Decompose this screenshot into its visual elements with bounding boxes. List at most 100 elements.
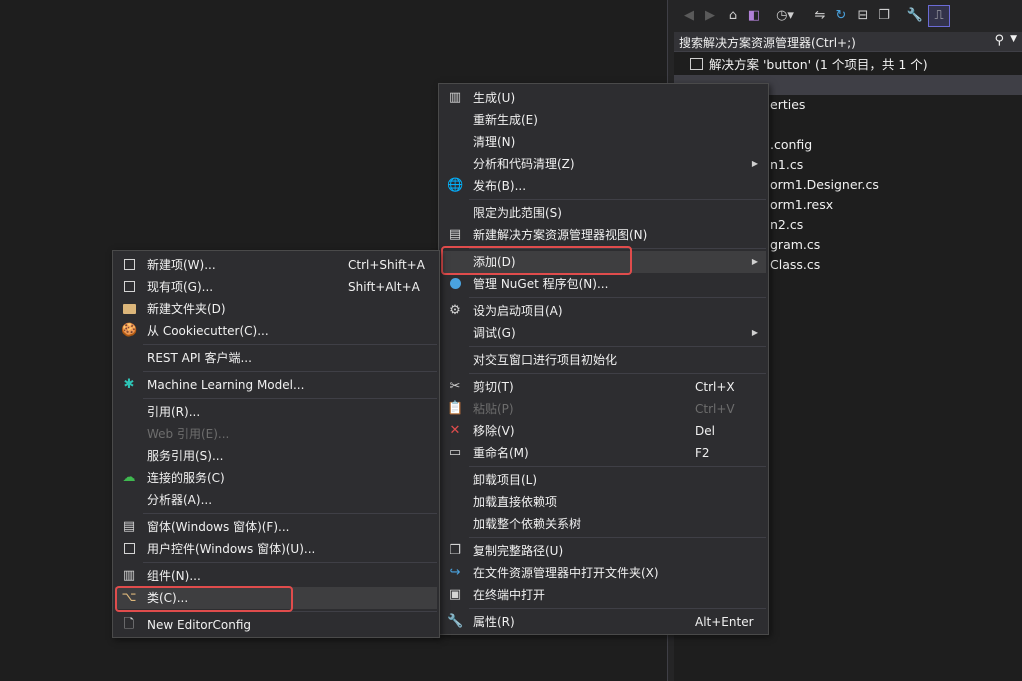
- menu-separator: [143, 344, 437, 345]
- menu-item-component[interactable]: ▥ 组件(N)...: [115, 565, 437, 587]
- component-icon: ▥: [122, 568, 136, 583]
- menu-item-load-tree[interactable]: 加载整个依赖关系树: [441, 513, 766, 535]
- menu-separator: [143, 513, 437, 514]
- submenu-arrow-icon: ▶: [751, 328, 758, 337]
- history-icon[interactable]: ◷▾: [776, 7, 794, 25]
- copy-icon[interactable]: ❐: [875, 7, 893, 25]
- menu-separator: [143, 562, 437, 563]
- preview-icon[interactable]: ⎍: [928, 5, 950, 27]
- ml-icon: ✱: [123, 377, 135, 392]
- menu-separator: [143, 398, 437, 399]
- menu-separator: [469, 608, 766, 609]
- menu-item-cookiecutter[interactable]: 🍪 从 Cookiecutter(C)...: [115, 320, 437, 342]
- search-icon[interactable]: ⚲: [994, 33, 1004, 48]
- menu-item-debug[interactable]: 调试(G) ▶: [441, 322, 766, 344]
- remove-icon: ✕: [449, 423, 461, 438]
- submenu-arrow-icon: ▶: [751, 159, 758, 168]
- highlight-box-class: [115, 586, 293, 612]
- menu-item-set-startup[interactable]: ⚙ 设为启动项目(A): [441, 300, 766, 322]
- tree-item[interactable]: n1.cs: [770, 155, 803, 175]
- refresh-icon[interactable]: ↻: [832, 7, 850, 25]
- solution-explorer-search[interactable]: 搜索解决方案资源管理器(Ctrl+;) ⚲ ▼: [674, 32, 1022, 52]
- globe-icon: 🌐: [447, 178, 464, 193]
- menu-item-windows-form[interactable]: ▤ 窗体(Windows 窗体)(F)...: [115, 516, 437, 538]
- menu-item-nuget[interactable]: 管理 NuGet 程序包(N)...: [441, 273, 766, 295]
- tree-item[interactable]: orm1.resx: [770, 195, 833, 215]
- menu-item-rebuild[interactable]: 重新生成(E): [441, 109, 766, 131]
- tree-item[interactable]: erties: [770, 95, 805, 115]
- search-input[interactable]: 搜索解决方案资源管理器(Ctrl+;): [679, 34, 856, 51]
- menu-item-copy-path[interactable]: ❐ 复制完整路径(U): [441, 540, 766, 562]
- open-folder-icon: ↪: [449, 565, 461, 580]
- home-icon[interactable]: ⌂: [724, 7, 742, 25]
- menu-item-open-folder[interactable]: ↪ 在文件资源管理器中打开文件夹(X): [441, 562, 766, 584]
- cookiecutter-icon: 🍪: [121, 323, 138, 338]
- vs-solution-icon[interactable]: ◧: [745, 7, 763, 25]
- menu-item-cut[interactable]: ✂ 剪切(T) Ctrl+X: [441, 376, 766, 398]
- wrench-icon: 🔧: [447, 614, 464, 629]
- menu-separator: [143, 371, 437, 372]
- menu-separator: [469, 346, 766, 347]
- menu-item-new-item[interactable]: 新建项(W)... Ctrl+Shift+A: [115, 254, 437, 276]
- menu-item-rename[interactable]: ▭ 重命名(M) F2: [441, 442, 766, 464]
- menu-separator: [469, 373, 766, 374]
- add-submenu: 新建项(W)... Ctrl+Shift+A 现有项(G)... Shift+Alt…: [112, 250, 440, 638]
- menu-item-interactive-init[interactable]: 对交互窗口进行项目初始化: [441, 349, 766, 371]
- menu-item-connected-service[interactable]: ☁ 连接的服务(C): [115, 467, 437, 489]
- solution-label: 解决方案 'button' (1 个项目，共 1 个): [709, 57, 928, 72]
- back-icon[interactable]: ◀: [680, 7, 698, 25]
- user-control-icon: [121, 541, 137, 557]
- highlight-box-add: [441, 246, 632, 275]
- menu-item-new-view[interactable]: ▤ 新建解决方案资源管理器视图(N): [441, 224, 766, 246]
- menu-item-new-folder[interactable]: 新建文件夹(D): [115, 298, 437, 320]
- menu-item-paste[interactable]: 📋 粘贴(P) Ctrl+V: [441, 398, 766, 420]
- nuget-icon: [447, 276, 463, 292]
- menu-separator: [469, 297, 766, 298]
- file-icon: 🗋: [123, 617, 135, 632]
- menu-item-existing-item[interactable]: 现有项(G)... Shift+Alt+A: [115, 276, 437, 298]
- menu-item-clean[interactable]: 清理(N): [441, 131, 766, 153]
- menu-item-publish[interactable]: 🌐 发布(B)...: [441, 175, 766, 197]
- copy-path-icon: ❐: [449, 543, 461, 558]
- tree-item[interactable]: orm1.Designer.cs: [770, 175, 879, 195]
- new-folder-icon: [121, 301, 137, 317]
- menu-item-scope[interactable]: 限定为此范围(S): [441, 202, 766, 224]
- solution-node[interactable]: 解决方案 'button' (1 个项目，共 1 个): [690, 55, 928, 75]
- tree-item[interactable]: gram.cs: [770, 235, 820, 255]
- scissors-icon: ✂: [449, 379, 461, 394]
- forward-icon[interactable]: ▶: [701, 7, 719, 25]
- menu-item-new-editorconfig[interactable]: 🗋 New EditorConfig: [115, 614, 437, 636]
- menu-item-unload[interactable]: 卸载项目(L): [441, 469, 766, 491]
- project-context-menu: ▥ 生成(U) 重新生成(E) 清理(N) 分析和代码清理(Z) ▶ 🌐 发布(B).…: [438, 83, 769, 635]
- menu-separator: [469, 466, 766, 467]
- terminal-icon: ▣: [448, 587, 462, 602]
- tree-item[interactable]: Class.cs: [770, 255, 820, 275]
- menu-item-load-direct[interactable]: 加载直接依赖项: [441, 491, 766, 513]
- new-view-icon: ▤: [448, 227, 462, 242]
- connected-service-icon: ☁: [122, 470, 136, 485]
- menu-item-properties[interactable]: 🔧 属性(R) Alt+Enter: [441, 611, 766, 633]
- menu-item-web-reference[interactable]: Web 引用(E)...: [115, 423, 437, 445]
- menu-item-user-control[interactable]: 用户控件(Windows 窗体)(U)...: [115, 538, 437, 560]
- rename-icon: ▭: [448, 445, 462, 460]
- paste-icon: 📋: [447, 401, 464, 416]
- submenu-arrow-icon: ▶: [751, 257, 758, 266]
- sync-icon[interactable]: ⇋: [811, 7, 829, 25]
- menu-item-remove[interactable]: ✕ 移除(V) Del: [441, 420, 766, 442]
- solution-icon: [690, 58, 703, 70]
- chevron-down-icon[interactable]: ▼: [1010, 34, 1017, 44]
- menu-item-analyzer[interactable]: 分析器(A)...: [115, 489, 437, 511]
- menu-item-open-terminal[interactable]: ▣ 在终端中打开: [441, 584, 766, 606]
- menu-item-analyze[interactable]: 分析和代码清理(Z) ▶: [441, 153, 766, 175]
- collapse-icon[interactable]: ⊟: [854, 7, 872, 25]
- menu-item-reference[interactable]: 引用(R)...: [115, 401, 437, 423]
- menu-item-build[interactable]: ▥ 生成(U): [441, 87, 766, 109]
- menu-item-rest-api[interactable]: REST API 客户端...: [115, 347, 437, 369]
- tree-item[interactable]: .config: [770, 135, 812, 155]
- tree-item[interactable]: n2.cs: [770, 215, 803, 235]
- form-icon: ▤: [122, 519, 136, 534]
- menu-item-ml-model[interactable]: ✱ Machine Learning Model...: [115, 374, 437, 396]
- wrench-icon[interactable]: 🔧: [906, 7, 924, 25]
- menu-item-service-reference[interactable]: 服务引用(S)...: [115, 445, 437, 467]
- gear-icon: ⚙: [449, 303, 461, 318]
